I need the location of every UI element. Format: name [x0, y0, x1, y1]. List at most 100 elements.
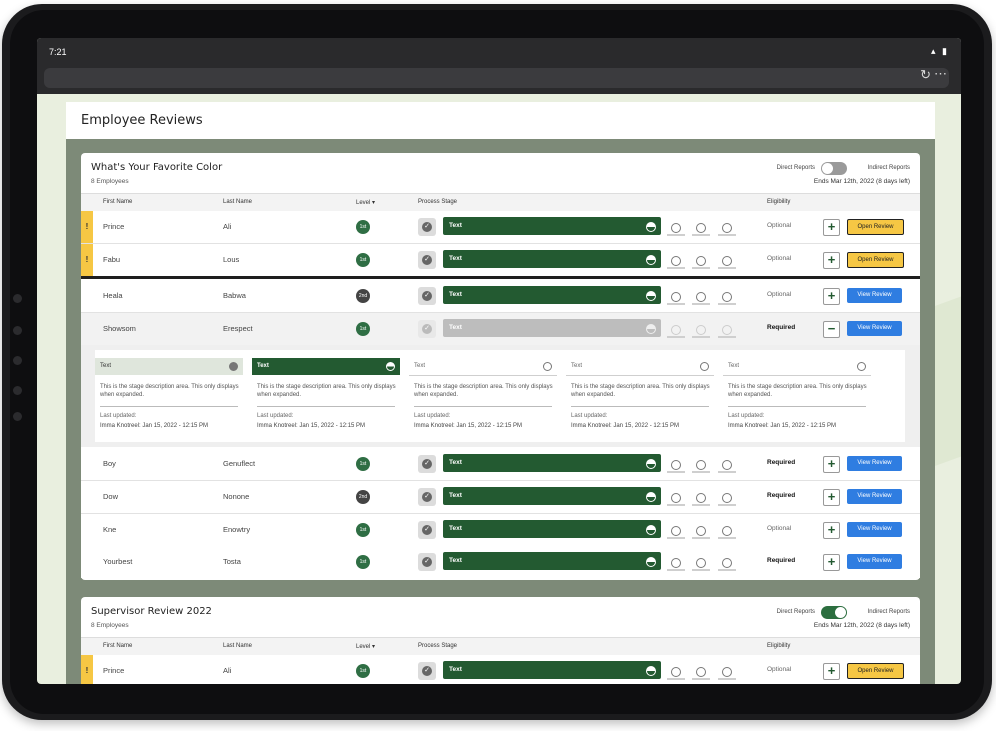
table-row: Heala Babwa 2nd ✓ Text Optional + View R… — [81, 280, 920, 313]
stage-description: This is the stage description area. This… — [100, 384, 239, 398]
open-review-button[interactable]: Open Review — [847, 252, 904, 268]
collapse-button[interactable]: − — [823, 321, 840, 338]
radio-empty-icon — [857, 362, 866, 371]
stage-slot — [667, 292, 685, 308]
stage-bar[interactable]: Text — [443, 520, 661, 538]
col-first-name[interactable]: First Name — [103, 199, 132, 205]
stage-bar[interactable]: Text — [443, 552, 661, 570]
circle-icon — [696, 223, 706, 233]
reports-toggle[interactable] — [821, 606, 847, 619]
direct-reports-label: Direct Reports — [776, 165, 815, 171]
expand-button[interactable]: + — [823, 252, 840, 269]
deadline-text: Ends Mar 12th, 2022 (8 days left) — [813, 178, 910, 185]
expand-button[interactable]: + — [823, 219, 840, 236]
last-updated-label: Last updated: — [257, 413, 294, 419]
stage-bar[interactable]: Text — [443, 487, 661, 505]
stage-bar[interactable]: Text — [443, 217, 661, 235]
circle-icon — [722, 292, 732, 302]
deadline-text: Ends Mar 12th, 2022 (8 days left) — [813, 622, 910, 629]
stage-slot — [667, 558, 685, 574]
stage-bar[interactable]: Text — [443, 661, 661, 679]
stage-label: Text — [449, 666, 462, 673]
expand-button[interactable]: + — [823, 663, 840, 680]
alert-flag-icon: ! — [81, 655, 93, 684]
stage-slot — [667, 223, 685, 239]
stage-slot — [718, 667, 736, 683]
view-review-button[interactable]: View Review — [847, 288, 902, 303]
reports-toggle[interactable] — [821, 162, 847, 175]
stage-bar[interactable]: Text — [443, 454, 661, 472]
expand-button[interactable]: + — [823, 489, 840, 506]
open-review-button[interactable]: Open Review — [847, 663, 904, 679]
eligibility-value: Required — [767, 324, 796, 331]
status-bar: 7:21 ▴ ▮ — [37, 38, 961, 64]
circle-icon — [722, 460, 732, 470]
circle-icon — [696, 667, 706, 677]
first-name: Prince — [103, 666, 125, 675]
stage-slot — [718, 526, 736, 542]
card-title: What's Your Favorite Color — [91, 162, 223, 173]
table-row-expanded: Showsom Erespect 1st ✓ Text Required − V… — [81, 313, 920, 346]
expand-button[interactable]: + — [823, 554, 840, 571]
table-row: Kne Enowtry 1st ✓ Text Optional + View R… — [81, 514, 920, 547]
toggle-knob — [835, 607, 846, 618]
stage-detail-card: Text This is the stage description area.… — [723, 350, 871, 442]
stage-header[interactable]: Text — [409, 358, 557, 376]
progress-pie-icon — [646, 557, 656, 567]
col-first-name[interactable]: First Name — [103, 643, 132, 649]
address-field[interactable] — [44, 68, 949, 88]
view-review-button[interactable]: View Review — [847, 522, 902, 537]
last-updated-value: Imma Knotreel: Jan 15, 2022 - 12:15 PM — [100, 423, 209, 429]
stage-slot — [667, 256, 685, 272]
circle-icon — [671, 325, 681, 335]
check-icon: ✓ — [422, 459, 432, 469]
circle-icon — [671, 493, 681, 503]
browser-bar: ↻ ⋯ — [37, 64, 961, 94]
col-level[interactable]: Level ▾ — [356, 199, 375, 206]
open-review-button[interactable]: Open Review — [847, 219, 904, 235]
stage-bar[interactable]: Text — [443, 319, 661, 337]
view-review-button[interactable]: View Review — [847, 489, 902, 504]
last-updated-label: Last updated: — [728, 413, 765, 419]
stage-slot — [667, 493, 685, 509]
stage-label: Text — [449, 291, 462, 298]
first-name: Prince — [103, 222, 125, 231]
tablet-screen: 7:21 ▴ ▮ ↻ ⋯ Employee Reviews What's You… — [37, 38, 961, 684]
first-name: Kne — [103, 525, 117, 534]
reload-icon[interactable]: ↻ — [920, 67, 931, 83]
stage-header[interactable]: Text — [252, 358, 400, 375]
alert-flag-icon: ! — [81, 211, 93, 243]
alert-flag-icon: ! — [81, 244, 93, 276]
progress-pie-icon — [646, 291, 656, 301]
view-review-button[interactable]: View Review — [847, 321, 902, 336]
employee-count: 8 Employees — [91, 178, 129, 185]
stage-header[interactable]: Text — [566, 358, 714, 376]
last-updated-value: Imma Knotreel: Jan 15, 2022 - 12:15 PM — [257, 423, 366, 429]
stage-check: ✓ — [418, 662, 436, 680]
more-icon[interactable]: ⋯ — [934, 66, 947, 82]
stage-header[interactable]: Text — [95, 358, 243, 375]
view-review-button[interactable]: View Review — [847, 456, 902, 471]
stage-slot — [692, 493, 710, 509]
table-row: Yourbest Tosta 1st ✓ Text Required + Vie… — [81, 546, 920, 578]
expand-button[interactable]: + — [823, 456, 840, 473]
sensor-dot — [13, 386, 22, 395]
stage-bar[interactable]: Text — [443, 286, 661, 304]
reports-toggle-group: Direct Reports Indirect Reports — [770, 162, 910, 176]
stage-bar[interactable]: Text — [443, 250, 661, 268]
stage-header[interactable]: Text — [723, 358, 871, 376]
stage-check: ✓ — [418, 553, 436, 571]
level-badge: 1st — [356, 457, 370, 471]
col-eligibility: Eligibility — [767, 643, 791, 649]
circle-icon — [696, 493, 706, 503]
stage-slot — [667, 667, 685, 683]
stage-detail-card: Text This is the stage description area.… — [252, 350, 400, 442]
expand-button[interactable]: + — [823, 288, 840, 305]
expand-button[interactable]: + — [823, 522, 840, 539]
col-last-name[interactable]: Last Name — [223, 199, 252, 205]
col-level[interactable]: Level ▾ — [356, 643, 375, 650]
stage-slot — [667, 526, 685, 542]
col-last-name[interactable]: Last Name — [223, 643, 252, 649]
view-review-button[interactable]: View Review — [847, 554, 902, 569]
table-row: Dow Nonone 2nd ✓ Text Required + View Re… — [81, 481, 920, 514]
